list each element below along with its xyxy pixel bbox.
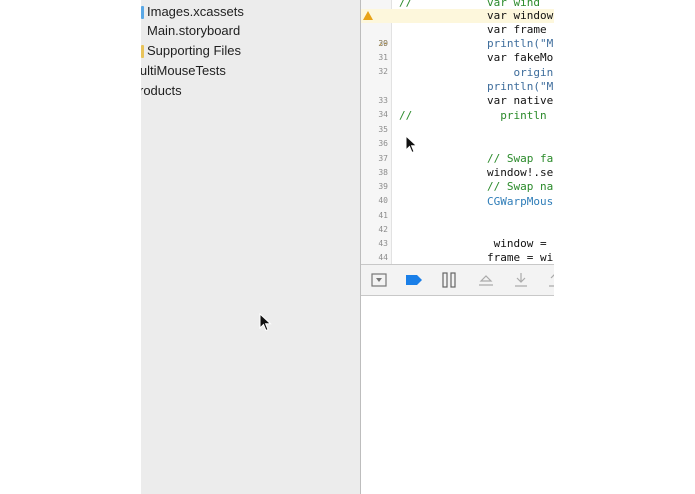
code-text: CGWarpMous [487, 195, 554, 208]
warning-icon[interactable] [363, 11, 373, 20]
code-text: // Swap na [487, 180, 554, 193]
navigator-item-label: Images.xcassets [147, 4, 244, 19]
code-line[interactable]: 41 CGWarpMous [361, 195, 554, 220]
code-text: window!.se [487, 166, 554, 179]
code-text: println("M [487, 37, 554, 50]
pause-icon[interactable] [441, 272, 457, 288]
code-text: var native [487, 94, 554, 107]
code-text: println("M [487, 80, 554, 93]
navigator-item-main-storyboard[interactable]: Main.storyboard [141, 22, 360, 40]
hide-debug-area-icon[interactable] [371, 272, 387, 288]
code-line[interactable]: 38 // Swap fa [361, 152, 554, 177]
code-line[interactable]: 32 var fakeMo [361, 51, 554, 76]
project-navigator: Images.xcassets Main.storyboard Supporti… [141, 0, 360, 494]
debug-toolbar [361, 264, 554, 296]
code-line[interactable]: 33 println("M [361, 80, 554, 105]
navigator-item-images-xcassets[interactable]: Images.xcassets [141, 3, 360, 21]
code-text: window = [487, 237, 547, 250]
code-text: var window [487, 9, 554, 22]
folder-icon [141, 45, 144, 58]
debug-area[interactable] [361, 296, 554, 494]
mouse-pointer-icon [259, 313, 272, 332]
step-into-icon[interactable] [513, 272, 529, 288]
navigator-item-products-group[interactable]: roducts [141, 82, 360, 100]
code-line[interactable]: 31 println("M [361, 37, 554, 62]
code-text: var fakeMo [487, 51, 554, 64]
code-text: println [487, 109, 547, 122]
navigator-item-label: Main.storyboard [147, 23, 241, 38]
code-line[interactable]: 35 // println [361, 109, 554, 134]
code-text: origin [487, 66, 554, 79]
code-line[interactable]: 37 [361, 138, 554, 163]
breakpoints-toggle-icon[interactable] [405, 272, 423, 288]
source-editor[interactable]: 28 // var wind 29 var window 30 var fram… [361, 0, 554, 264]
code-line[interactable]: 44 window = [361, 237, 554, 262]
code-line[interactable]: 40 // Swap na [361, 180, 554, 205]
blank-region [554, 0, 695, 494]
step-over-icon[interactable] [477, 272, 495, 288]
mouse-pointer-icon [405, 135, 418, 154]
navigator-item-label: lultiMouseTests [141, 63, 226, 78]
code-line[interactable]: 42 [361, 209, 554, 234]
code-line[interactable]: 43 [361, 223, 554, 248]
navigator-item-supporting-files[interactable]: Supporting Files [141, 42, 360, 60]
code-text: var frame [487, 23, 547, 36]
navigator-item-label: roducts [141, 83, 182, 98]
code-text: // Swap fa [487, 152, 554, 165]
navigator-item-label: Supporting Files [147, 43, 241, 58]
code-text: frame = wi [487, 251, 554, 264]
code-line[interactable]: origin [361, 66, 554, 80]
navigator-item-tests-group[interactable]: lultiMouseTests [141, 62, 360, 80]
step-out-icon[interactable] [547, 272, 554, 288]
asset-catalog-icon [141, 6, 144, 19]
code-line[interactable]: 30 var frame [361, 23, 554, 48]
code-line-warning[interactable]: 29 var window [361, 9, 554, 48]
code-line[interactable]: 36 [361, 123, 554, 148]
code-line[interactable]: 39 window!.se [361, 166, 554, 191]
code-line[interactable]: 45 frame = wi [361, 251, 554, 264]
comment-marker: // [399, 109, 413, 122]
code-line[interactable]: 34 var native [361, 94, 554, 119]
